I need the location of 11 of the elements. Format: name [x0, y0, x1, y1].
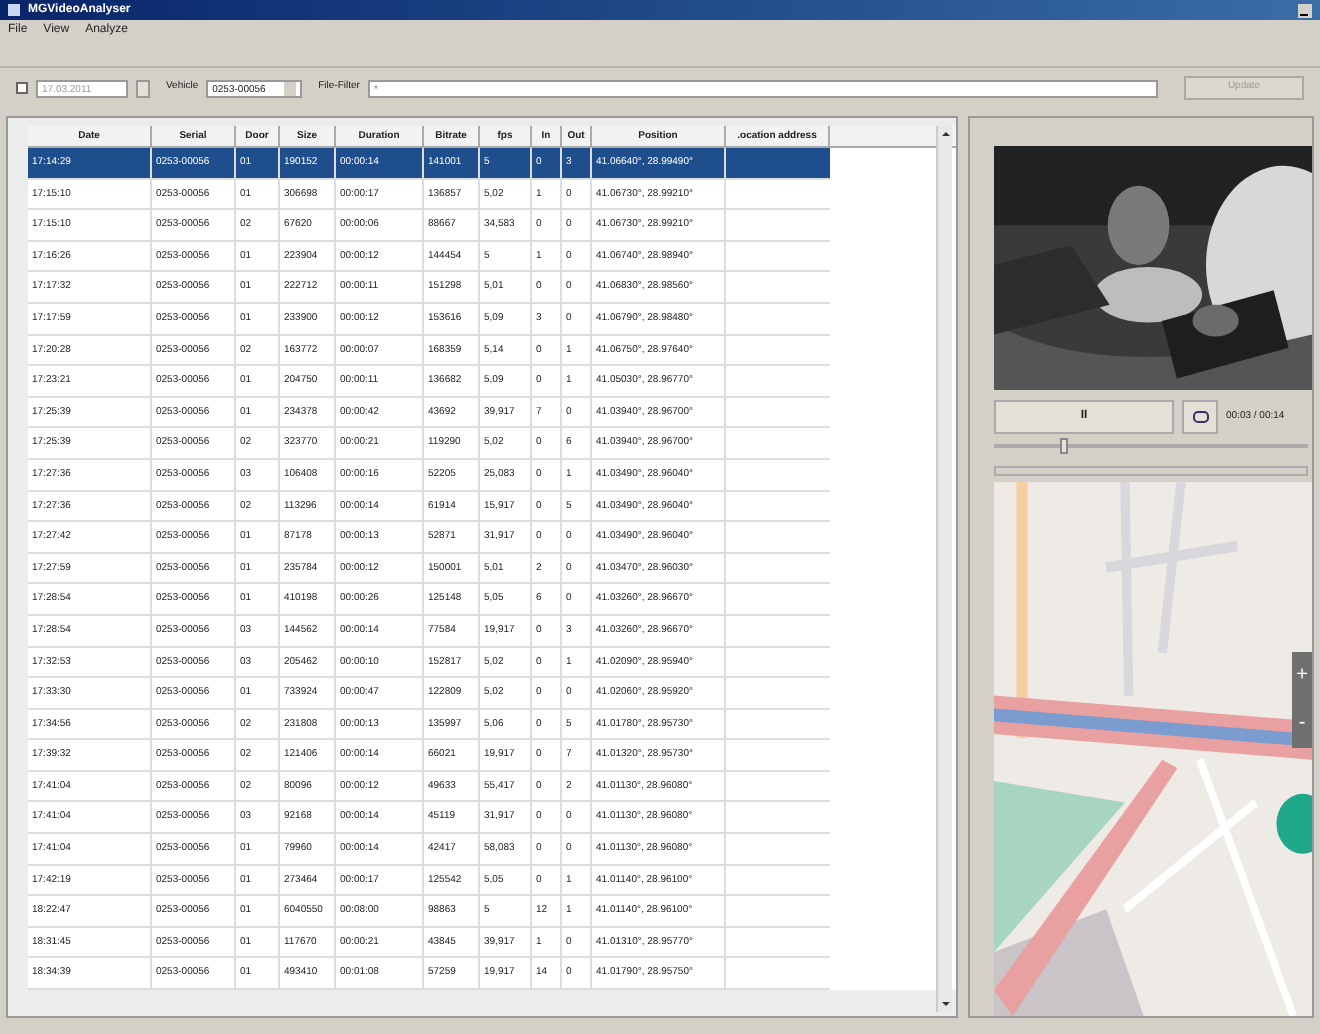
minimize-icon[interactable] — [1298, 3, 1312, 17]
zoom-in-button[interactable]: + — [1292, 652, 1312, 700]
scroll-up-icon[interactable] — [938, 126, 954, 142]
slider-thumb[interactable] — [1059, 438, 1068, 454]
loop-button[interactable] — [1182, 400, 1218, 434]
date-checkbox[interactable] — [16, 82, 28, 94]
vertical-scrollbar[interactable] — [936, 126, 952, 1012]
zoom-out-button[interactable]: - — [1292, 700, 1312, 748]
app-icon — [8, 4, 20, 16]
scroll-down-icon[interactable] — [938, 996, 954, 1012]
seek-slider[interactable] — [994, 438, 1308, 454]
